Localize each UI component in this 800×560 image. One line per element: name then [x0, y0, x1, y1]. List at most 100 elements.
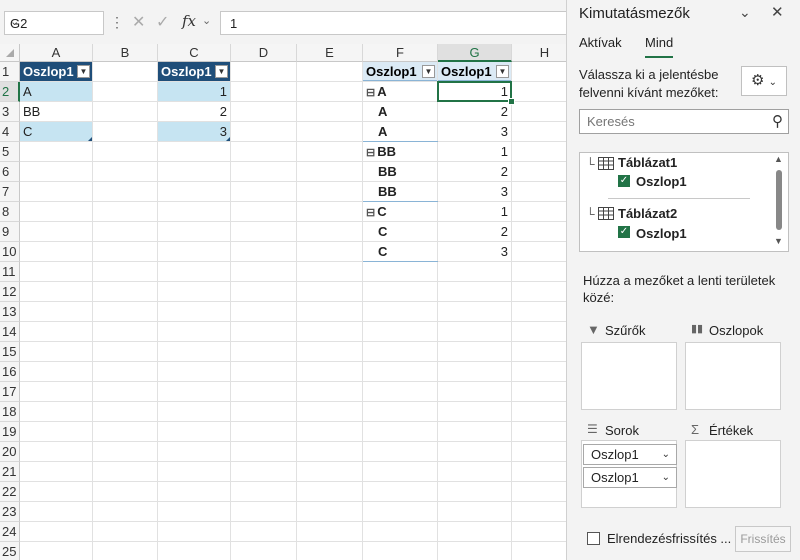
row-field-pill[interactable]: Oszlop1 ⌄: [583, 444, 677, 465]
pivot-value-cell[interactable]: 1: [438, 142, 511, 161]
row-header[interactable]: 5: [0, 142, 20, 162]
columns-drop-area[interactable]: [685, 342, 781, 410]
pivot-row-label[interactable]: C: [363, 242, 437, 261]
column-header-d[interactable]: D: [231, 44, 297, 62]
pivot-row-label[interactable]: A: [363, 102, 437, 121]
defer-update-checkbox[interactable]: [587, 532, 600, 545]
collapse-icon[interactable]: ⊟: [366, 87, 375, 99]
field-list-scrollbar[interactable]: ▲ ▼: [773, 154, 785, 248]
pivot-row-label[interactable]: A: [363, 122, 437, 141]
row-header[interactable]: 14: [0, 322, 20, 342]
insert-function-icon[interactable]: fx: [182, 12, 196, 30]
row-header[interactable]: 21: [0, 462, 20, 482]
row-header[interactable]: 19: [0, 422, 20, 442]
row-field-pill[interactable]: Oszlop1 ⌄: [583, 467, 677, 488]
collapse-icon[interactable]: └: [586, 157, 595, 171]
pivot-value-header[interactable]: Oszlop1 ▼: [438, 62, 511, 81]
row-header[interactable]: 17: [0, 382, 20, 402]
spreadsheet-grid[interactable]: A B C D E F G H 1 2 3 4 5 6 7 8 9 10 11 12 13 14 15 16 1…: [0, 44, 566, 560]
field-oszlop1-table2[interactable]: Oszlop1: [636, 226, 687, 241]
row-header[interactable]: 8: [0, 202, 20, 222]
more-options-icon[interactable]: ⋮: [110, 14, 124, 31]
filter-dropdown-icon[interactable]: ▼: [215, 65, 228, 78]
row-header[interactable]: 24: [0, 522, 20, 542]
tab-active[interactable]: Aktívak: [579, 35, 622, 50]
values-drop-area[interactable]: [685, 440, 781, 508]
chevron-down-icon[interactable]: ⌄: [10, 15, 99, 28]
table-cell[interactable]: BB: [20, 102, 92, 121]
fill-handle[interactable]: [508, 98, 515, 105]
row-header[interactable]: 3: [0, 102, 20, 122]
cancel-icon[interactable]: ✕: [132, 12, 145, 32]
table1-header[interactable]: Oszlop1 ▼: [20, 62, 92, 81]
row-header[interactable]: 22: [0, 482, 20, 502]
field-oszlop1-table1[interactable]: Oszlop1: [636, 174, 687, 189]
table-cell[interactable]: 2: [158, 102, 230, 121]
scroll-down-icon[interactable]: ▼: [774, 236, 783, 246]
chevron-down-icon[interactable]: ⌄: [662, 468, 670, 487]
pivot-group-row[interactable]: ⊟ C: [363, 202, 437, 221]
search-input[interactable]: [580, 110, 767, 133]
pivot-row-label[interactable]: C: [363, 222, 437, 241]
checkbox-checked-icon[interactable]: ✓: [618, 175, 630, 187]
enter-icon[interactable]: ✓: [156, 12, 169, 32]
row-header[interactable]: 1: [0, 62, 20, 82]
chevron-down-icon[interactable]: ⌄: [202, 14, 211, 27]
table-cell[interactable]: 1: [158, 82, 230, 101]
pivot-value-cell[interactable]: 3: [438, 182, 511, 201]
pivot-value-cell[interactable]: 1: [438, 202, 511, 221]
search-icon[interactable]: ⚲: [772, 112, 783, 130]
row-header[interactable]: 11: [0, 262, 20, 282]
row-header[interactable]: 13: [0, 302, 20, 322]
row-header[interactable]: 9: [0, 222, 20, 242]
column-header-a[interactable]: A: [20, 44, 93, 62]
table2-name[interactable]: Táblázat2: [618, 206, 677, 221]
collapse-icon[interactable]: ⊟: [366, 207, 375, 219]
table-cell[interactable]: A: [20, 82, 92, 101]
row-header[interactable]: 12: [0, 282, 20, 302]
row-header[interactable]: 16: [0, 362, 20, 382]
column-header-g[interactable]: G: [438, 44, 512, 62]
name-box[interactable]: G2 ⌄: [4, 11, 104, 35]
row-header[interactable]: 6: [0, 162, 20, 182]
collapse-icon[interactable]: └: [586, 207, 595, 221]
table2-header[interactable]: Oszlop1 ▼: [158, 62, 230, 81]
row-header[interactable]: 25: [0, 542, 20, 560]
filters-drop-area[interactable]: [581, 342, 677, 410]
row-header[interactable]: 20: [0, 442, 20, 462]
filter-dropdown-icon[interactable]: ▼: [496, 65, 509, 78]
row-header[interactable]: 7: [0, 182, 20, 202]
table1-name[interactable]: Táblázat1: [618, 155, 677, 170]
checkbox-checked-icon[interactable]: ✓: [618, 226, 630, 238]
pivot-value-cell[interactable]: 2: [438, 162, 511, 181]
filter-dropdown-icon[interactable]: ▼: [77, 65, 90, 78]
update-button[interactable]: Frissítés: [735, 526, 791, 552]
filter-dropdown-icon[interactable]: ▼: [422, 65, 435, 78]
pivot-value-cell[interactable]: 3: [438, 242, 511, 261]
select-all-corner[interactable]: [0, 44, 20, 62]
pivot-group-row[interactable]: ⊟ BB: [363, 142, 437, 161]
table-cell[interactable]: 3: [158, 122, 230, 141]
table-resize-handle[interactable]: [88, 137, 92, 141]
column-header-e[interactable]: E: [297, 44, 363, 62]
pivot-group-row[interactable]: ⊟ A: [363, 82, 437, 101]
tab-all[interactable]: Mind: [645, 35, 674, 58]
column-header-c[interactable]: C: [158, 44, 231, 62]
pivot-value-cell[interactable]: 2: [438, 222, 511, 241]
table-cell[interactable]: C: [20, 122, 92, 141]
row-header[interactable]: 15: [0, 342, 20, 362]
scroll-up-icon[interactable]: ▲: [774, 154, 783, 164]
row-header[interactable]: 2: [0, 82, 20, 102]
pivot-row-label[interactable]: BB: [363, 182, 437, 201]
scrollbar-thumb[interactable]: [776, 170, 782, 230]
pivot-row-header[interactable]: Oszlop1 ▼: [363, 62, 437, 81]
pivot-value-cell[interactable]: 3: [438, 122, 511, 141]
close-icon[interactable]: ✕: [771, 3, 784, 21]
chevron-down-icon[interactable]: ⌄: [662, 445, 670, 464]
chevron-down-icon[interactable]: ⌄: [739, 4, 751, 21]
column-header-f[interactable]: F: [363, 44, 438, 62]
collapse-icon[interactable]: ⊟: [366, 147, 375, 159]
row-header[interactable]: 10: [0, 242, 20, 262]
row-header[interactable]: 18: [0, 402, 20, 422]
column-header-b[interactable]: B: [93, 44, 158, 62]
